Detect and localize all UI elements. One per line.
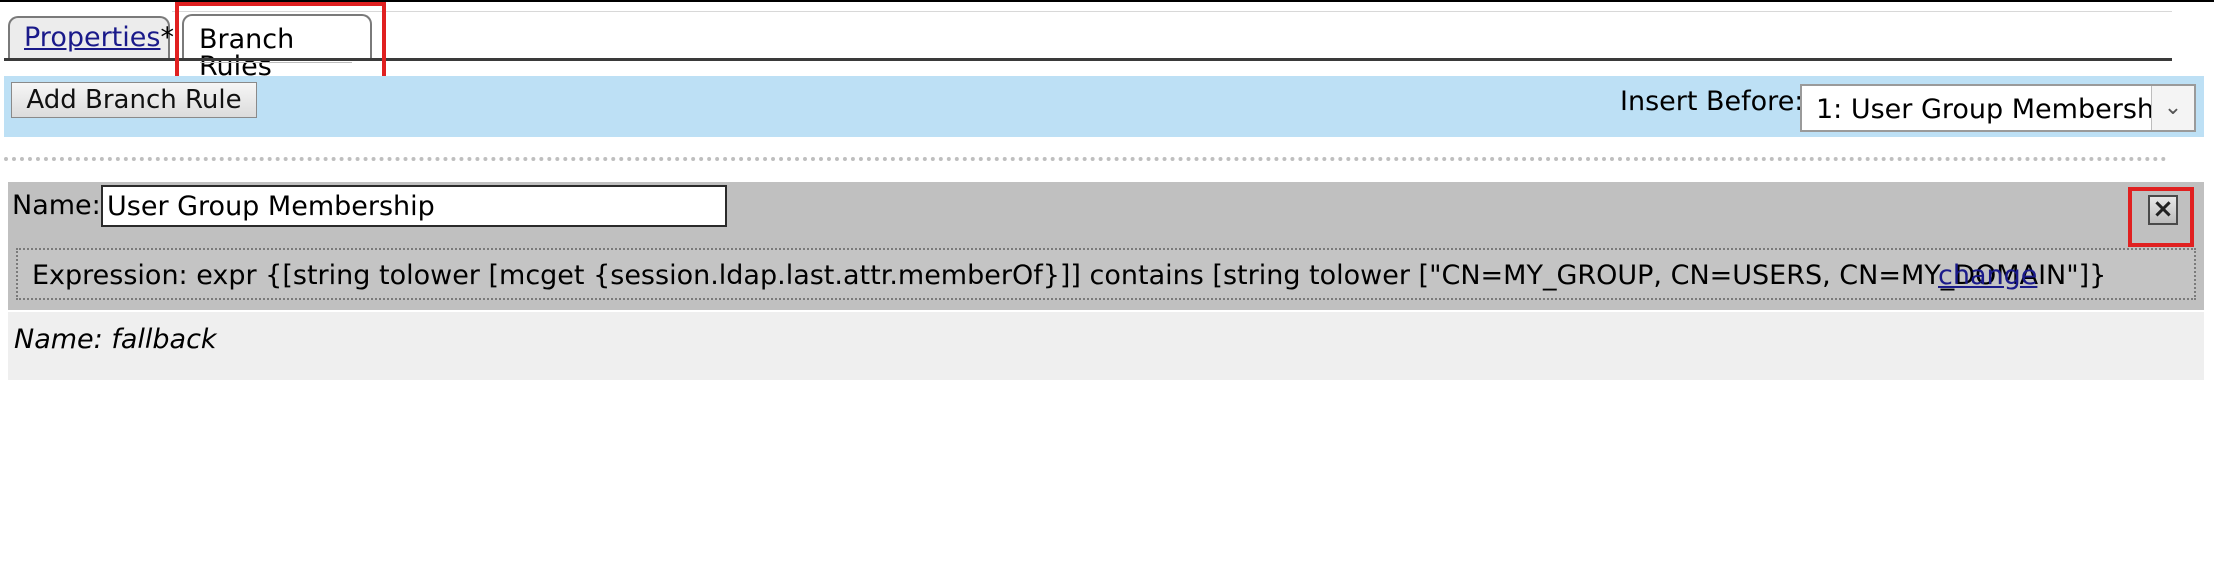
tab-properties[interactable]: Properties* — [8, 16, 174, 58]
insert-before-select[interactable]: 1: User Group Membership ⌄ — [1800, 84, 2196, 132]
highlight-box-delete-rule — [2128, 187, 2194, 247]
tab-properties-modified-marker: * — [160, 22, 174, 53]
tab-properties-label[interactable]: Properties — [24, 22, 160, 53]
fallback-branch: Name: fallback — [8, 312, 2204, 380]
rule-name-label: Name: — [12, 190, 101, 221]
branch-rule-panel: Name: × Expression: expr {[string tolowe… — [8, 182, 2204, 310]
dotted-separator — [4, 157, 2168, 161]
expression-text: Expression: expr {[string tolower [mcget… — [32, 260, 2107, 291]
expression-box: Expression: expr {[string tolower [mcget… — [16, 248, 2196, 300]
branch-rules-toolbar: Add Branch Rule Insert Before: 1: User G… — [4, 76, 2204, 137]
insert-before-selected-value: 1: User Group Membership — [1816, 94, 2179, 125]
highlight-box-branch-rules-tab — [175, 2, 386, 83]
header-divider — [172, 11, 2172, 12]
insert-before-label: Insert Before: — [1620, 86, 1804, 117]
change-expression-link[interactable]: change — [1938, 262, 2037, 289]
chevron-down-icon[interactable]: ⌄ — [2151, 86, 2194, 130]
fallback-name-text: Name: fallback — [14, 324, 217, 355]
add-branch-rule-button[interactable]: Add Branch Rule — [11, 82, 257, 118]
rule-name-input[interactable] — [101, 185, 727, 227]
